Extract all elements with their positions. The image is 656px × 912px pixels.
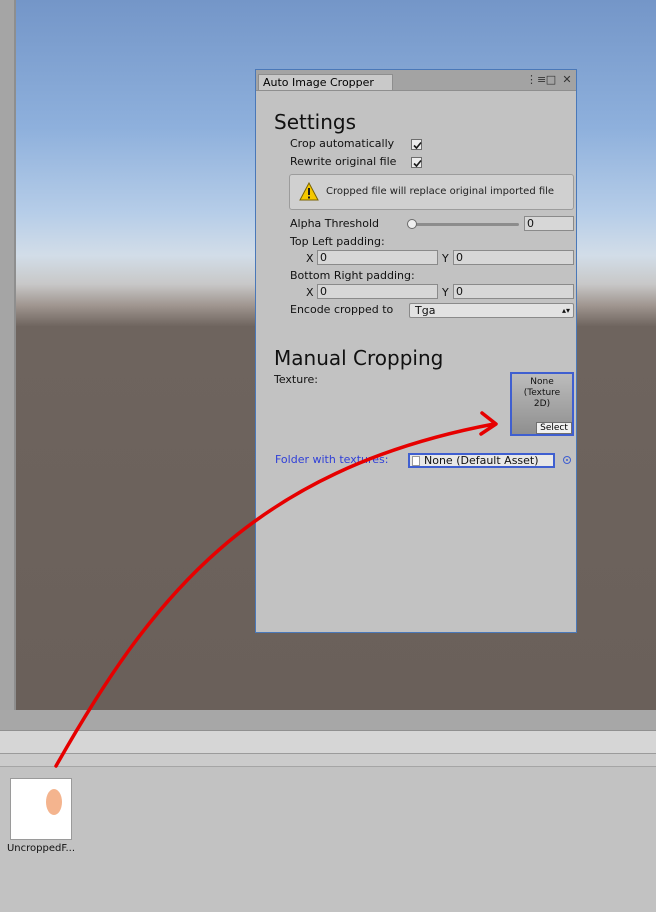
texture-slot-text: None (Texture 2D): [523, 377, 561, 409]
bottom-right-y-label: Y: [442, 286, 449, 299]
project-panel-breadcrumb: [0, 754, 656, 767]
checkmark-icon: [413, 159, 422, 168]
left-panel-strip: [0, 0, 16, 710]
top-left-x-label: X: [306, 252, 314, 265]
close-icon[interactable]: ✕: [560, 73, 574, 87]
bottom-right-y-input[interactable]: 0: [453, 284, 574, 299]
default-asset-icon: [412, 456, 420, 466]
texture-select-button[interactable]: Select: [536, 422, 572, 434]
bottom-right-x-label: X: [306, 286, 314, 299]
asset-preview-image: [46, 789, 62, 815]
dropdown-arrow-icon: ▴▾: [561, 306, 570, 315]
encode-format-dropdown[interactable]: Tga ▴▾: [409, 303, 574, 318]
project-panel-toolbar: [0, 731, 656, 754]
alpha-threshold-slider-thumb[interactable]: [407, 219, 417, 229]
top-left-y-input[interactable]: 0: [453, 250, 574, 265]
folder-object-value: None (Default Asset): [424, 454, 539, 467]
warning-helpbox: Cropped file will replace original impor…: [289, 174, 574, 210]
checkmark-icon: [413, 141, 422, 150]
warning-icon: [299, 182, 319, 201]
top-left-padding-label: Top Left padding:: [290, 235, 385, 248]
unity-editor: UncroppedF... Auto Image Cropper ⋮≡ □ ✕ …: [0, 0, 656, 912]
settings-title: Settings: [274, 110, 357, 134]
texture-object-slot[interactable]: None (Texture 2D) Select: [510, 372, 574, 436]
project-panel-header: [0, 710, 656, 731]
encode-cropped-label: Encode cropped to: [290, 303, 394, 316]
rewrite-original-label: Rewrite original file: [290, 155, 397, 168]
warning-message: Cropped file will replace original impor…: [326, 186, 555, 197]
top-left-x-input[interactable]: 0: [317, 250, 438, 265]
folder-with-textures-label: Folder with textures:: [275, 453, 389, 466]
asset-name-label: UncroppedF...: [6, 843, 76, 854]
window-menu-icon[interactable]: ⋮≡: [526, 73, 546, 87]
crop-automatically-checkbox[interactable]: [411, 139, 422, 150]
top-left-y-label: Y: [442, 252, 449, 265]
manual-cropping-title: Manual Cropping: [274, 346, 444, 370]
window-tab[interactable]: Auto Image Cropper: [258, 74, 393, 90]
maximize-icon[interactable]: □: [544, 73, 558, 87]
alpha-threshold-slider-track[interactable]: [411, 223, 519, 226]
alpha-threshold-input[interactable]: 0: [524, 216, 574, 231]
crop-automatically-label: Crop automatically: [290, 137, 395, 150]
alpha-threshold-label: Alpha Threshold: [290, 217, 379, 230]
project-panel: [0, 710, 656, 912]
bottom-right-padding-label: Bottom Right padding:: [290, 269, 415, 282]
asset-thumbnail[interactable]: [10, 778, 72, 840]
auto-image-cropper-window: Auto Image Cropper ⋮≡ □ ✕ Settings Crop …: [255, 69, 577, 633]
rewrite-original-checkbox[interactable]: [411, 157, 422, 168]
encode-format-value: Tga: [415, 304, 436, 317]
bottom-right-x-input[interactable]: 0: [317, 284, 438, 299]
texture-label: Texture:: [274, 373, 318, 386]
object-picker-icon[interactable]: [562, 455, 572, 465]
window-tab-bar: Auto Image Cropper ⋮≡ □ ✕: [256, 70, 576, 91]
folder-object-field[interactable]: None (Default Asset): [408, 453, 555, 468]
